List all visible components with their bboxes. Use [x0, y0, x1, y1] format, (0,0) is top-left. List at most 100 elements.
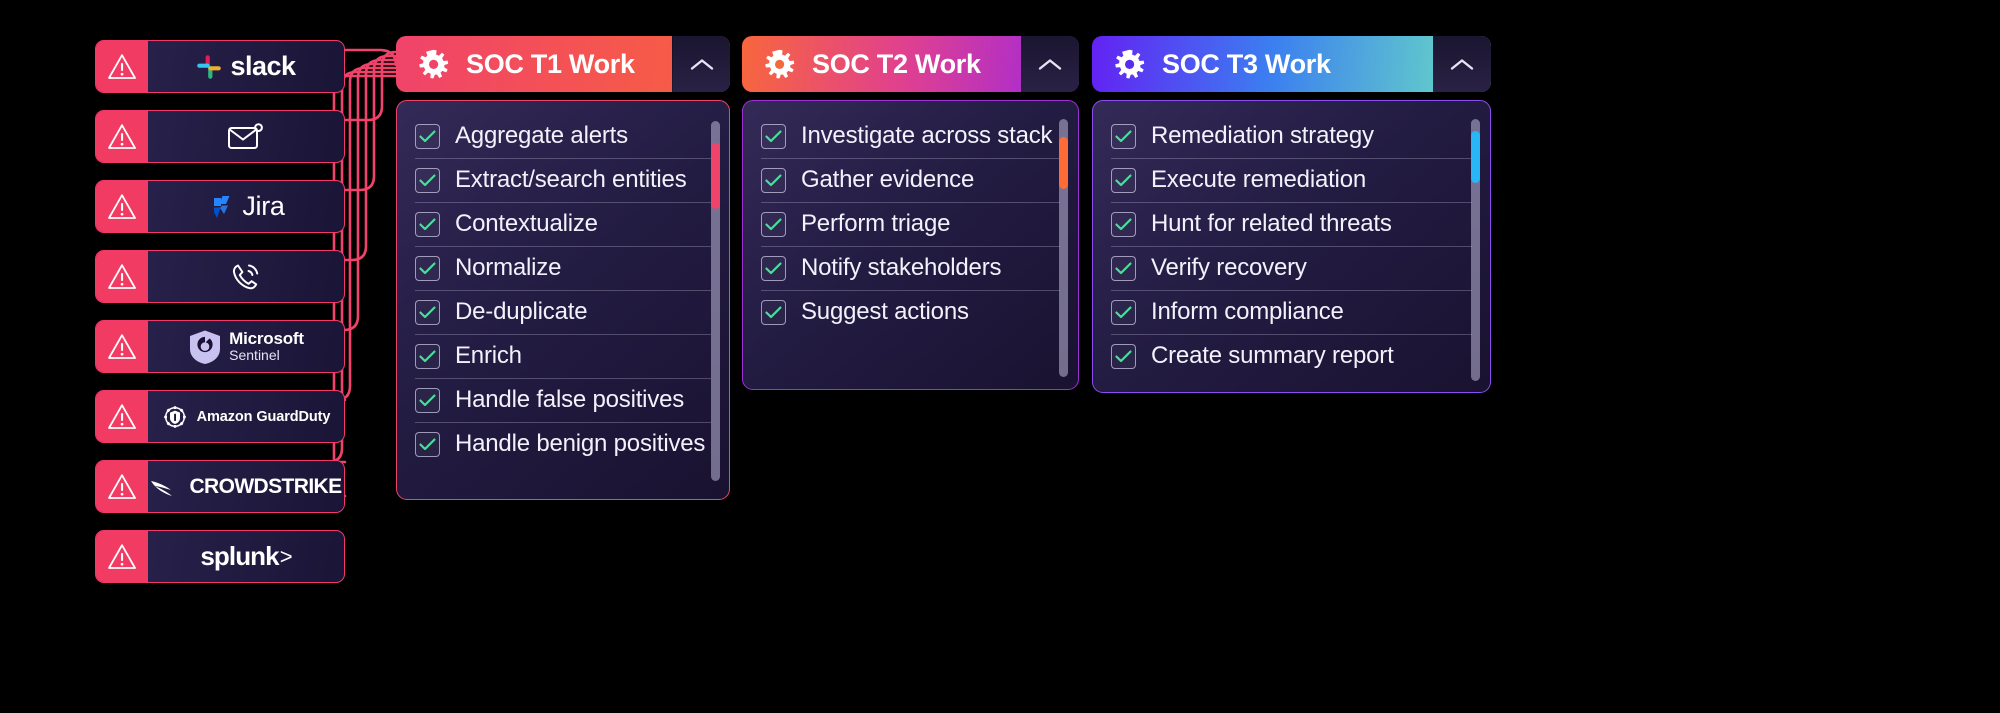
source-card-sentinel[interactable]: Microsoft Sentinel: [95, 320, 345, 373]
task-label: Create summary report: [1151, 342, 1394, 369]
check-icon: [1115, 262, 1132, 274]
task-checkbox[interactable]: [1111, 123, 1136, 149]
source-logo-splunk: splunk >: [148, 531, 344, 582]
task-label: Verify recovery: [1151, 254, 1307, 281]
source-card-slack[interactable]: slack: [95, 40, 345, 93]
soc-t3-header: SOC T3 Work: [1092, 36, 1491, 92]
phone-ring-icon: [232, 264, 259, 289]
task-checkbox[interactable]: [415, 123, 440, 149]
check-icon: [765, 218, 782, 230]
task-checkbox[interactable]: [415, 255, 440, 281]
task-label: Remediation strategy: [1151, 122, 1374, 149]
task-row[interactable]: Normalize: [415, 247, 711, 291]
source-card-crowdstrike[interactable]: CROWDSTRIKE: [95, 460, 345, 513]
task-checkbox[interactable]: [415, 387, 440, 413]
task-row[interactable]: Investigate across stack: [761, 115, 1060, 159]
alert-badge-slack: [96, 41, 148, 92]
check-icon: [419, 174, 436, 186]
task-checkbox[interactable]: [1111, 343, 1136, 369]
task-row[interactable]: Contextualize: [415, 203, 711, 247]
task-row[interactable]: Perform triage: [761, 203, 1060, 247]
soc-t1-scrollbar-thumb[interactable]: [711, 143, 720, 209]
task-label: Handle false positives: [455, 386, 685, 413]
task-checkbox[interactable]: [761, 299, 786, 325]
gear-icon: [1115, 49, 1145, 78]
alert-badge-sentinel: [96, 321, 148, 372]
task-checkbox[interactable]: [1111, 255, 1136, 281]
soc-t1-header: SOC T1 Work: [396, 36, 730, 92]
task-checkbox[interactable]: [1111, 299, 1136, 325]
source-card-splunk[interactable]: splunk >: [95, 530, 345, 583]
task-checkbox[interactable]: [1111, 211, 1136, 237]
task-checkbox[interactable]: [415, 299, 440, 325]
task-checkbox[interactable]: [415, 343, 440, 369]
check-icon: [419, 262, 436, 274]
chevron-up-icon: [690, 58, 713, 70]
source-label-guardduty: Amazon GuardDuty: [196, 408, 331, 425]
task-label: Investigate across stack: [801, 122, 1053, 149]
task-row[interactable]: Notify stakeholders: [761, 247, 1060, 291]
soc-t1-title: SOC T1 Work: [466, 48, 635, 79]
task-label: Gather evidence: [801, 166, 975, 193]
task-row[interactable]: Gather evidence: [761, 159, 1060, 203]
alert-badge-splunk: [96, 531, 148, 582]
soc-t3-collapse-button[interactable]: [1433, 36, 1491, 92]
check-icon: [765, 174, 782, 186]
task-row[interactable]: Aggregate alerts: [415, 115, 711, 159]
source-card-guardduty[interactable]: Amazon GuardDuty: [95, 390, 345, 443]
task-row[interactable]: Handle false positives: [415, 379, 711, 423]
soc-t2-scrollbar-thumb[interactable]: [1059, 137, 1068, 189]
source-card-jira[interactable]: Jira: [95, 180, 345, 233]
soc-t3-task-list: Remediation strategy Execute remediation…: [1093, 101, 1490, 390]
task-label: Extract/search entities: [455, 166, 687, 193]
task-checkbox[interactable]: [761, 167, 786, 193]
alert-badge-phone: [96, 251, 148, 302]
source-logo-crowdstrike: CROWDSTRIKE: [148, 461, 344, 512]
task-row[interactable]: Suggest actions: [761, 291, 1060, 334]
amazon-guardduty-logo-icon: [163, 405, 186, 428]
task-row[interactable]: Remediation strategy: [1111, 115, 1472, 159]
task-row[interactable]: Extract/search entities: [415, 159, 711, 203]
task-checkbox[interactable]: [761, 123, 786, 149]
source-logo-jira: Jira: [148, 181, 344, 232]
task-label: Handle benign positives: [455, 430, 706, 457]
task-row[interactable]: Execute remediation: [1111, 159, 1472, 203]
crowdstrike-falcon-icon: [151, 480, 173, 496]
soc-t2-collapse-button[interactable]: [1021, 36, 1079, 92]
soc-t2-body: Investigate across stack Gather evidence…: [742, 100, 1079, 390]
task-row[interactable]: Handle benign positives: [415, 423, 711, 466]
task-row[interactable]: Hunt for related threats: [1111, 203, 1472, 247]
task-label: Inform compliance: [1151, 298, 1344, 325]
warning-triangle-icon: [108, 544, 136, 569]
task-label: De-duplicate: [455, 298, 588, 325]
task-row[interactable]: Enrich: [415, 335, 711, 379]
warning-triangle-icon: [108, 334, 136, 359]
microsoft-sentinel-logo-icon: [190, 330, 221, 364]
task-checkbox[interactable]: [415, 167, 440, 193]
alert-badge-email: [96, 111, 148, 162]
task-checkbox[interactable]: [761, 211, 786, 237]
task-checkbox[interactable]: [415, 431, 440, 457]
check-icon: [765, 130, 782, 142]
soc-t3-title: SOC T3 Work: [1162, 48, 1331, 79]
task-label: Normalize: [455, 254, 562, 281]
check-icon: [419, 438, 436, 450]
soc-t1-header-main: SOC T1 Work: [396, 36, 672, 92]
task-checkbox[interactable]: [1111, 167, 1136, 193]
source-card-phone[interactable]: [95, 250, 345, 303]
source-card-email[interactable]: [95, 110, 345, 163]
soc-t3-scrollbar-thumb[interactable]: [1471, 131, 1480, 183]
task-row[interactable]: Create summary report: [1111, 335, 1472, 378]
task-row[interactable]: De-duplicate: [415, 291, 711, 335]
soc-t3-body: Remediation strategy Execute remediation…: [1092, 100, 1491, 393]
check-icon: [419, 350, 436, 362]
task-label: Notify stakeholders: [801, 254, 1002, 281]
source-label-crowdstrike: CROWDSTRIKE: [189, 474, 342, 498]
warning-triangle-icon: [108, 194, 136, 219]
soc-t1-collapse-button[interactable]: [672, 36, 730, 92]
task-checkbox[interactable]: [761, 255, 786, 281]
task-row[interactable]: Verify recovery: [1111, 247, 1472, 291]
task-checkbox[interactable]: [415, 211, 440, 237]
task-row[interactable]: Inform compliance: [1111, 291, 1472, 335]
soc-t3-panel: SOC T3 Work Remediation strategy Execute…: [1092, 36, 1491, 393]
